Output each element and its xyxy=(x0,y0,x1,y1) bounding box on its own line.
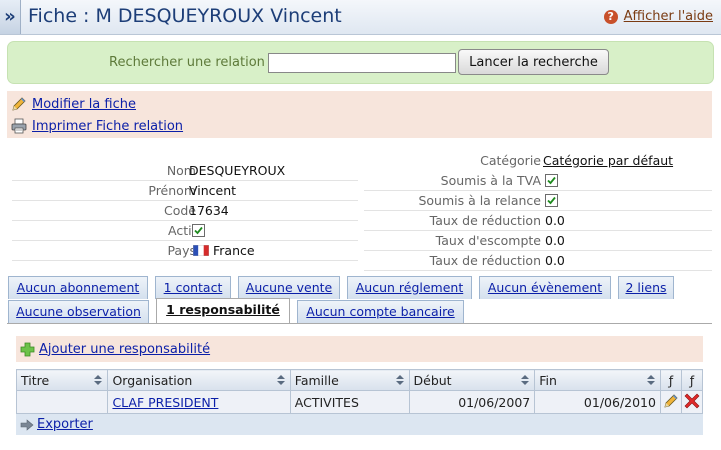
cell-famille: ACTIVITES xyxy=(289,390,410,414)
sort-icon xyxy=(521,375,530,385)
tab-reglements[interactable]: Aucun réglement xyxy=(347,276,472,299)
column-header-delete: ƒ xyxy=(680,369,704,391)
print-record-action[interactable]: Imprimer Fiche relation xyxy=(11,118,183,134)
field-value: 0.0 xyxy=(545,233,565,248)
tab-contacts[interactable]: 1 contact xyxy=(155,276,231,299)
column-label: Fin xyxy=(539,372,557,388)
printer-icon xyxy=(11,118,27,134)
collapse-sidebar-button[interactable]: » xyxy=(0,0,21,34)
column-header-debut[interactable]: Début xyxy=(408,369,536,391)
export-link[interactable]: Exporter xyxy=(37,417,93,432)
column-label: Titre xyxy=(21,372,50,388)
field-taux-reduction: Taux de réduction 0.0 xyxy=(364,210,712,231)
tab-liens[interactable]: 2 liens xyxy=(618,276,674,299)
checkbox-checked xyxy=(545,194,558,207)
page-header: » Fiche : M DESQUEYROUX Vincent ? Affich… xyxy=(0,0,721,35)
relance-checkbox xyxy=(545,194,558,210)
field-prenom: Prénom Vincent xyxy=(12,180,358,201)
delete-x-icon[interactable] xyxy=(684,393,700,409)
add-responsibility-bar: Ajouter une responsabilité xyxy=(16,336,703,362)
search-label: Rechercher une relation xyxy=(109,55,265,70)
cell-delete xyxy=(680,390,704,414)
tab-observations[interactable]: Aucune observation xyxy=(8,300,149,323)
field-nom: Nom DESQUEYROUX xyxy=(12,160,358,181)
column-label: Début xyxy=(413,372,452,388)
column-header-titre[interactable]: Titre xyxy=(15,369,109,391)
cell-organisation: CLAF PRESIDENT xyxy=(107,390,291,414)
help-link[interactable]: ? Afficher l'aide xyxy=(603,9,713,24)
field-pays: Pays France xyxy=(12,240,358,261)
categorie-link[interactable]: Catégorie par défaut xyxy=(543,153,673,168)
cell-titre xyxy=(15,390,109,414)
sort-icon xyxy=(395,375,404,385)
checkbox-checked xyxy=(545,174,558,187)
field-tva: Soumis à la TVA xyxy=(364,170,712,191)
cell-debut: 01/06/2007 xyxy=(408,390,536,414)
field-label: Taux d'escompte xyxy=(435,233,541,248)
column-header-famille[interactable]: Famille xyxy=(289,369,410,391)
search-bar: Rechercher une relation Lancer la recher… xyxy=(7,41,714,84)
responsibilities-table: Titre Organisation Famille Début Fin ƒ ƒ… xyxy=(15,369,704,414)
tab-responsabilites[interactable]: 1 responsabilité xyxy=(156,298,290,323)
field-code: Code 17634 xyxy=(12,200,358,221)
edit-record-link[interactable]: Modifier la fiche xyxy=(32,97,136,112)
field-label: Taux de réduction xyxy=(429,253,541,268)
field-value: Vincent xyxy=(189,183,237,198)
tab-ventes[interactable]: Aucune vente xyxy=(238,276,340,299)
add-responsibility-link[interactable]: Ajouter une responsabilité xyxy=(39,342,210,357)
arrow-right-icon xyxy=(20,418,34,431)
table-row: CLAF PRESIDENT ACTIVITES 01/06/2007 01/0… xyxy=(15,390,704,414)
tab-comptes-bancaires[interactable]: Aucun compte bancaire xyxy=(297,300,464,323)
field-actif: Actif xyxy=(12,220,358,241)
country-name: France xyxy=(213,243,255,258)
plus-icon xyxy=(20,342,35,356)
field-label: Pays xyxy=(167,243,196,258)
print-record-link[interactable]: Imprimer Fiche relation xyxy=(32,119,183,134)
column-header-edit: ƒ xyxy=(659,369,682,391)
sort-icon xyxy=(94,375,103,385)
sort-icon xyxy=(646,375,655,385)
edit-pencil-icon[interactable] xyxy=(663,393,679,409)
column-label: Organisation xyxy=(112,372,193,388)
pencil-icon xyxy=(12,97,26,111)
field-relance: Soumis à la relance xyxy=(364,190,712,211)
checkmark-icon xyxy=(547,196,556,205)
actif-checkbox xyxy=(192,224,205,240)
france-flag-icon xyxy=(193,245,209,256)
actions-box: Modifier la fiche Imprimer Fiche relatio… xyxy=(7,91,712,138)
column-label: Famille xyxy=(294,372,339,388)
field-label: Taux de réduction xyxy=(429,213,541,228)
edit-record-action[interactable]: Modifier la fiche xyxy=(11,96,136,112)
page-title: Fiche : M DESQUEYROUX Vincent xyxy=(28,5,342,27)
search-button[interactable]: Lancer la recherche xyxy=(458,49,609,75)
tab-evenements[interactable]: Aucun évènement xyxy=(479,276,611,299)
tva-checkbox xyxy=(545,174,558,190)
checkmark-icon xyxy=(194,226,203,235)
column-header-fin[interactable]: Fin xyxy=(534,369,661,391)
field-categorie: Catégorie Catégorie par défaut xyxy=(364,150,712,170)
field-taux-escompte: Taux d'escompte 0.0 xyxy=(364,230,712,251)
field-label: Catégorie xyxy=(480,153,541,168)
column-header-organisation[interactable]: Organisation xyxy=(107,369,291,391)
export-bar: Exporter xyxy=(16,414,703,435)
field-value: DESQUEYROUX xyxy=(189,163,286,178)
help-icon: ? xyxy=(603,9,618,24)
cell-fin: 01/06/2010 xyxy=(534,390,661,414)
organisation-link[interactable]: CLAF PRESIDENT xyxy=(112,395,218,410)
tab-abonnements[interactable]: Aucun abonnement xyxy=(8,276,148,299)
checkmark-icon xyxy=(547,176,556,185)
search-input[interactable] xyxy=(268,53,456,73)
help-label[interactable]: Afficher l'aide xyxy=(624,9,713,24)
field-value: 0.0 xyxy=(545,253,565,268)
field-label: Soumis à la TVA xyxy=(440,173,541,188)
cell-edit xyxy=(659,390,682,414)
field-value: 0.0 xyxy=(545,213,565,228)
field-label: Soumis à la relance xyxy=(418,193,541,208)
field-taux-reduction-2: Taux de réduction 0.0 xyxy=(364,250,712,271)
sort-icon xyxy=(276,375,285,385)
checkbox-checked xyxy=(192,224,205,237)
field-value: 17634 xyxy=(189,203,229,218)
field-value: France xyxy=(193,243,255,258)
